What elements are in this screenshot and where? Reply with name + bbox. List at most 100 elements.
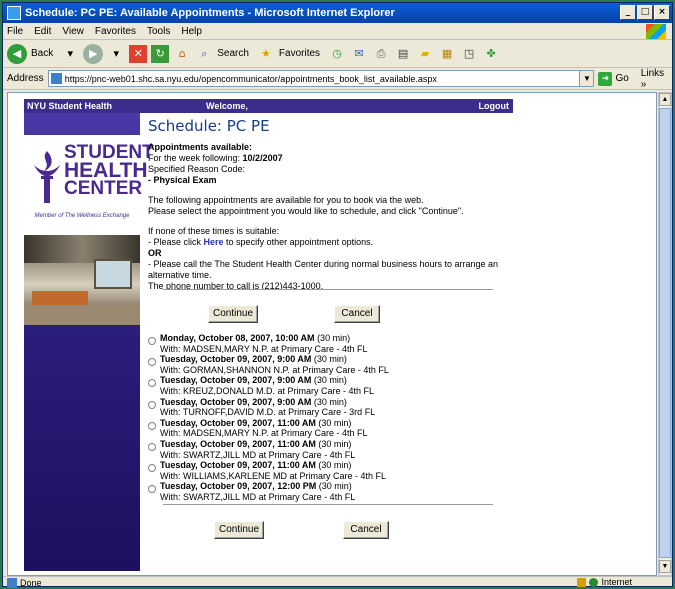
back-button[interactable]: Back xyxy=(31,48,53,59)
address-dropdown-icon[interactable]: ▼ xyxy=(579,71,594,86)
windows-logo-icon xyxy=(646,24,666,39)
cancel-button-bottom[interactable]: Cancel xyxy=(343,521,389,539)
discuss-icon[interactable]: ✤ xyxy=(482,45,500,63)
appointment-option[interactable]: Tuesday, October 09, 2007, 9:00 AM (30 m… xyxy=(148,375,528,396)
scroll-down-icon[interactable]: ▼ xyxy=(659,560,671,573)
print-icon[interactable]: ⎙ xyxy=(372,45,390,63)
appointment-time: Tuesday, October 09, 2007, 9:00 AM xyxy=(160,354,312,365)
appointment-text: Tuesday, October 09, 2007, 12:00 PM (30 … xyxy=(160,481,355,502)
logo-line-3: CENTER xyxy=(64,178,143,199)
appointment-provider: With: KREUZ,DONALD M.D. at Primary Care … xyxy=(160,385,375,396)
minimize-button[interactable]: _ xyxy=(620,5,636,20)
appointment-provider: With: MADSEN,MARY N.P. at Primary Care -… xyxy=(160,343,368,354)
photo-desk xyxy=(32,291,88,305)
refresh-icon[interactable]: ↻ xyxy=(151,44,170,63)
address-bar: Address https://pnc-web01.shc.sa.nyu.edu… xyxy=(3,68,672,90)
appointment-radio[interactable] xyxy=(148,442,156,451)
research-icon[interactable]: ▦ xyxy=(438,45,456,63)
welcome-text: Welcome, xyxy=(206,101,248,111)
go-arrow-icon: ➜ xyxy=(598,71,613,86)
appointment-option[interactable]: Tuesday, October 09, 2007, 9:00 AM (30 m… xyxy=(148,397,528,418)
back-arrow-icon[interactable]: ◀ xyxy=(7,43,27,64)
continue-button-bottom[interactable]: Continue xyxy=(214,521,264,539)
appointment-option[interactable]: Tuesday, October 09, 2007, 11:00 AM (30 … xyxy=(148,460,528,481)
appointment-text: Tuesday, October 09, 2007, 11:00 AM (30 … xyxy=(160,418,368,439)
appointment-provider: With: WILLIAMS,KARLENE MD at Primary Car… xyxy=(160,470,387,481)
appointment-time: Tuesday, October 09, 2007, 11:00 AM xyxy=(160,460,316,471)
none-suitable-text: If none of these times is suitable: xyxy=(148,226,280,236)
logout-link[interactable]: Logout xyxy=(479,101,514,111)
appointment-option[interactable]: Tuesday, October 09, 2007, 12:00 PM (30 … xyxy=(148,481,528,502)
search-icon[interactable]: ⌕ xyxy=(195,45,213,63)
menu-file[interactable]: File xyxy=(7,26,23,37)
vertical-scrollbar[interactable]: ▲ ▼ xyxy=(658,92,672,576)
menu-tools[interactable]: Tools xyxy=(147,26,170,37)
menu-view[interactable]: View xyxy=(62,26,84,37)
cancel-button-top[interactable]: Cancel xyxy=(334,305,380,323)
address-input[interactable]: https://pnc-web01.shc.sa.nyu.edu/opencom… xyxy=(47,70,595,87)
forward-arrow-icon[interactable]: ▶ xyxy=(83,43,104,64)
appointment-duration: (30 min) xyxy=(314,333,351,343)
mail-icon[interactable]: ✉ xyxy=(350,45,368,63)
appointment-provider: With: TURNOFF,DAVID M.D. at Primary Care… xyxy=(160,407,376,418)
ie-icon xyxy=(7,6,21,20)
appointment-text: Tuesday, October 09, 2007, 11:00 AM (30 … xyxy=(160,439,355,460)
history-icon[interactable]: ◷ xyxy=(328,45,346,63)
links-button[interactable]: Links » xyxy=(641,68,672,90)
appointment-option[interactable]: Tuesday, October 09, 2007, 9:00 AM (30 m… xyxy=(148,354,528,375)
torch-icon xyxy=(34,151,60,203)
appointment-time: Tuesday, October 09, 2007, 11:00 AM xyxy=(160,438,316,449)
scroll-up-icon[interactable]: ▲ xyxy=(659,93,671,106)
photo-window xyxy=(94,259,132,289)
page-icon xyxy=(50,73,62,84)
appointment-duration: (30 min) xyxy=(315,417,352,428)
appointment-radio[interactable] xyxy=(148,421,156,430)
favorites-button[interactable]: Favorites xyxy=(279,48,320,59)
appointment-duration: (30 min) xyxy=(311,396,347,407)
maximize-button[interactable]: □ xyxy=(637,5,653,20)
edit-icon[interactable]: ▤ xyxy=(394,45,412,63)
appointment-radio[interactable] xyxy=(148,464,156,473)
stop-icon[interactable]: ✕ xyxy=(129,44,148,63)
appointment-text: Monday, October 08, 2007, 10:00 AM (30 m… xyxy=(160,333,368,354)
scroll-thumb[interactable] xyxy=(659,108,671,558)
intro-line-2: Please select the appointment you would … xyxy=(148,206,464,216)
appointment-time: Monday, October 08, 2007, 10:00 AM xyxy=(160,333,315,343)
close-button[interactable]: × xyxy=(654,5,670,20)
folder-icon[interactable]: ▰ xyxy=(416,45,434,63)
student-health-logo: STUDENT HEALTH CENTER Member of The Well… xyxy=(24,135,154,235)
reason-value: - Physical Exam xyxy=(148,175,217,185)
dropdown-arrow-icon[interactable]: ▾ xyxy=(61,45,79,63)
appointment-time: Tuesday, October 09, 2007, 11:00 AM xyxy=(160,417,316,428)
address-label: Address xyxy=(7,73,44,84)
continue-button-top[interactable]: Continue xyxy=(208,305,258,323)
appointment-radio[interactable] xyxy=(148,400,156,409)
menu-help[interactable]: Help xyxy=(181,26,202,37)
lock-icon xyxy=(577,577,587,587)
appointment-provider: With: GORMAN,SHANNON N.P. at Primary Car… xyxy=(160,364,389,375)
search-button[interactable]: Search xyxy=(217,48,249,59)
browser-window: Schedule: PC PE: Available Appointments … xyxy=(2,2,673,588)
appointment-radio[interactable] xyxy=(148,337,156,345)
appointment-radio[interactable] xyxy=(148,379,156,388)
messenger-icon[interactable]: ◳ xyxy=(460,45,478,63)
call-text: - Please call the The Student Health Cen… xyxy=(148,259,499,280)
appointment-text: Tuesday, October 09, 2007, 11:00 AM (30 … xyxy=(160,460,386,481)
appointment-text: Tuesday, October 09, 2007, 9:00 AM (30 m… xyxy=(160,375,374,396)
appointment-option[interactable]: Tuesday, October 09, 2007, 11:00 AM (30 … xyxy=(148,439,528,460)
here-link[interactable]: Here xyxy=(204,237,224,247)
appointment-option[interactable]: Tuesday, October 09, 2007, 11:00 AM (30 … xyxy=(148,418,528,439)
dropdown-arrow-icon[interactable]: ▾ xyxy=(107,45,125,63)
appointment-radio[interactable] xyxy=(148,485,156,494)
appointment-option[interactable]: Monday, October 08, 2007, 10:00 AM (30 m… xyxy=(148,333,528,354)
go-button[interactable]: ➜ Go xyxy=(598,71,629,86)
favorites-star-icon[interactable]: ★ xyxy=(257,45,275,63)
menu-favorites[interactable]: Favorites xyxy=(95,26,136,37)
menu-edit[interactable]: Edit xyxy=(34,26,51,37)
instructions: Appointments available: For the week fol… xyxy=(148,142,518,301)
home-icon[interactable]: ⌂ xyxy=(173,45,191,63)
appointment-provider: With: SWARTZ,JILL MD at Primary Care - 4… xyxy=(160,491,356,502)
available-heading: Appointments available: xyxy=(148,142,253,152)
appointment-time: Tuesday, October 09, 2007, 9:00 AM xyxy=(160,396,312,407)
appointment-radio[interactable] xyxy=(148,358,156,367)
